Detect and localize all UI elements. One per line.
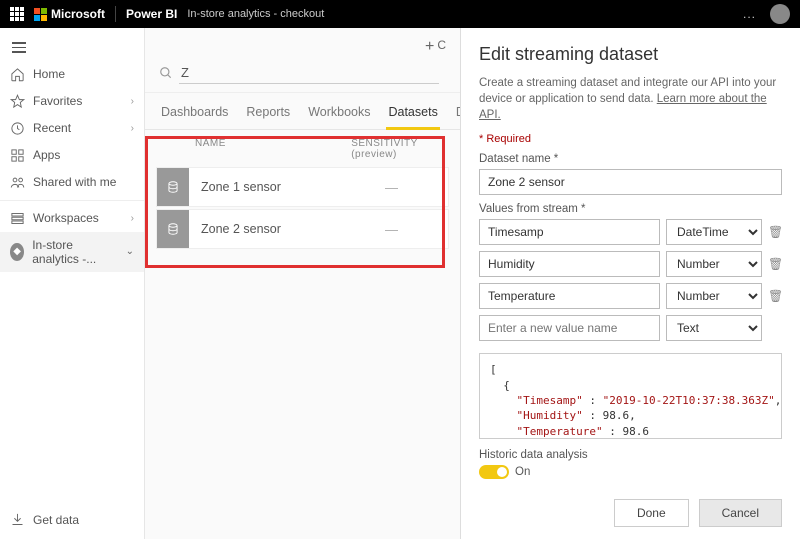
search-icon bbox=[159, 66, 173, 80]
tab-dashboards[interactable]: Dashboards bbox=[159, 101, 230, 129]
nav-toggle-button[interactable] bbox=[0, 34, 144, 61]
delete-field-button[interactable]: 🗑 bbox=[768, 225, 782, 239]
field-name-input[interactable] bbox=[479, 219, 660, 245]
required-note: * Required bbox=[479, 133, 782, 145]
brand-text: Microsoft bbox=[51, 7, 105, 21]
create-button[interactable]: C bbox=[437, 38, 446, 56]
dataset-icon bbox=[157, 168, 189, 206]
panel-title: Edit streaming dataset bbox=[479, 44, 782, 65]
microsoft-logo: Microsoft bbox=[34, 7, 105, 21]
sidebar-item-label: Home bbox=[33, 67, 65, 81]
field-type-select[interactable]: DateTime bbox=[666, 219, 762, 245]
dataset-sensitivity: — bbox=[385, 180, 398, 195]
table-row[interactable]: Zone 2 sensor — bbox=[157, 210, 448, 248]
historic-data-state: On bbox=[515, 466, 530, 478]
cancel-button[interactable]: Cancel bbox=[699, 499, 782, 527]
col-sensitivity: SENSITIVITY (preview) bbox=[351, 138, 446, 160]
field-name-input[interactable] bbox=[479, 251, 660, 277]
sidebar-item-label: Shared with me bbox=[33, 175, 116, 189]
shared-icon bbox=[10, 175, 25, 190]
content: + C Dashboards Reports Workbooks Dataset… bbox=[145, 28, 460, 539]
tab-datasets[interactable]: Datasets bbox=[386, 101, 439, 130]
search-input[interactable] bbox=[179, 62, 439, 84]
divider bbox=[115, 6, 116, 22]
sidebar-item-favorites[interactable]: Favorites › bbox=[0, 88, 144, 115]
sidebar-item-label: Recent bbox=[33, 121, 71, 135]
done-button[interactable]: Done bbox=[614, 499, 689, 527]
new-field-name-input[interactable] bbox=[479, 315, 660, 341]
values-from-stream-label: Values from stream * bbox=[479, 203, 782, 215]
stream-field-row: DateTime 🗑 bbox=[479, 219, 782, 245]
sidebar-item-recent[interactable]: Recent › bbox=[0, 115, 144, 142]
getdata-icon bbox=[10, 512, 25, 527]
table-header: NAME SENSITIVITY (preview) bbox=[145, 130, 460, 164]
workspace-badge-icon: ◆ bbox=[10, 243, 24, 261]
plus-icon[interactable]: + bbox=[425, 38, 434, 56]
dataset-sensitivity: — bbox=[385, 222, 398, 237]
stream-field-row: Number 🗑 bbox=[479, 283, 782, 309]
topbar: Microsoft Power BI In-store analytics - … bbox=[0, 0, 800, 28]
sidebar-item-label: Get data bbox=[33, 513, 79, 527]
sidebar-item-label: Favorites bbox=[33, 94, 82, 108]
panel-description: Create a streaming dataset and integrate… bbox=[479, 75, 782, 123]
stream-field-row: Number 🗑 bbox=[479, 251, 782, 277]
breadcrumb: In-store analytics - checkout bbox=[187, 8, 324, 20]
avatar[interactable] bbox=[770, 4, 790, 24]
historic-data-toggle[interactable] bbox=[479, 465, 509, 479]
sidebar-item-workspaces[interactable]: Workspaces › bbox=[0, 205, 144, 232]
more-button[interactable]: ... bbox=[743, 7, 756, 21]
clock-icon bbox=[10, 121, 25, 136]
dataset-name: Zone 2 sensor bbox=[189, 222, 385, 236]
star-icon bbox=[10, 94, 25, 109]
delete-field-button[interactable]: 🗑 bbox=[768, 257, 782, 271]
chevron-right-icon: › bbox=[131, 213, 134, 224]
app-launcher-icon[interactable] bbox=[10, 7, 24, 21]
dataset-name-input[interactable] bbox=[479, 169, 782, 195]
tabs: Dashboards Reports Workbooks Datasets Da… bbox=[145, 101, 460, 130]
sample-json-preview: [ { "Timesamp" : "2019-10-22T10:37:38.36… bbox=[479, 353, 782, 439]
sample-timesamp: "2019-10-22T10:37:38.363Z" bbox=[603, 394, 775, 407]
divider bbox=[0, 200, 144, 201]
field-name-input[interactable] bbox=[479, 283, 660, 309]
sidebar-item-label: In-store analytics -... bbox=[32, 238, 117, 266]
edit-streaming-dataset-panel: Edit streaming dataset Create a streamin… bbox=[460, 28, 800, 539]
tab-reports[interactable]: Reports bbox=[244, 101, 292, 129]
tab-workbooks[interactable]: Workbooks bbox=[306, 101, 372, 129]
dataset-list: Zone 1 sensor — Zone 2 sensor — bbox=[145, 168, 460, 248]
tab-dataflows[interactable]: Dataflow bbox=[454, 101, 460, 129]
sidebar: Home Favorites › Recent › Apps Shared wi… bbox=[0, 28, 145, 539]
sidebar-active-workspace[interactable]: ◆ In-store analytics -... ⌄ bbox=[0, 232, 144, 272]
chevron-right-icon: › bbox=[131, 123, 134, 134]
col-name: NAME bbox=[195, 138, 351, 160]
apps-icon bbox=[10, 148, 25, 163]
table-row[interactable]: Zone 1 sensor — bbox=[157, 168, 448, 206]
field-type-select[interactable]: Number bbox=[666, 283, 762, 309]
sidebar-item-label: Workspaces bbox=[33, 211, 99, 225]
dataset-name-label: Dataset name * bbox=[479, 153, 782, 165]
workspaces-icon bbox=[10, 211, 25, 226]
chevron-down-icon: ⌄ bbox=[126, 246, 134, 257]
chevron-right-icon: › bbox=[131, 96, 134, 107]
home-icon bbox=[10, 67, 25, 82]
sidebar-item-apps[interactable]: Apps bbox=[0, 142, 144, 169]
sidebar-item-home[interactable]: Home bbox=[0, 61, 144, 88]
sidebar-item-getdata[interactable]: Get data bbox=[0, 506, 144, 533]
sidebar-item-label: Apps bbox=[33, 148, 60, 162]
historic-data-label: Historic data analysis bbox=[479, 449, 782, 461]
stream-field-row-new: Text bbox=[479, 315, 782, 341]
sidebar-item-shared[interactable]: Shared with me bbox=[0, 169, 144, 196]
dataset-name: Zone 1 sensor bbox=[189, 180, 385, 194]
delete-field-button[interactable]: 🗑 bbox=[768, 289, 782, 303]
field-type-select[interactable]: Number bbox=[666, 251, 762, 277]
dataset-icon bbox=[157, 210, 189, 248]
new-field-type-select[interactable]: Text bbox=[666, 315, 762, 341]
product-name: Power BI bbox=[126, 7, 177, 21]
